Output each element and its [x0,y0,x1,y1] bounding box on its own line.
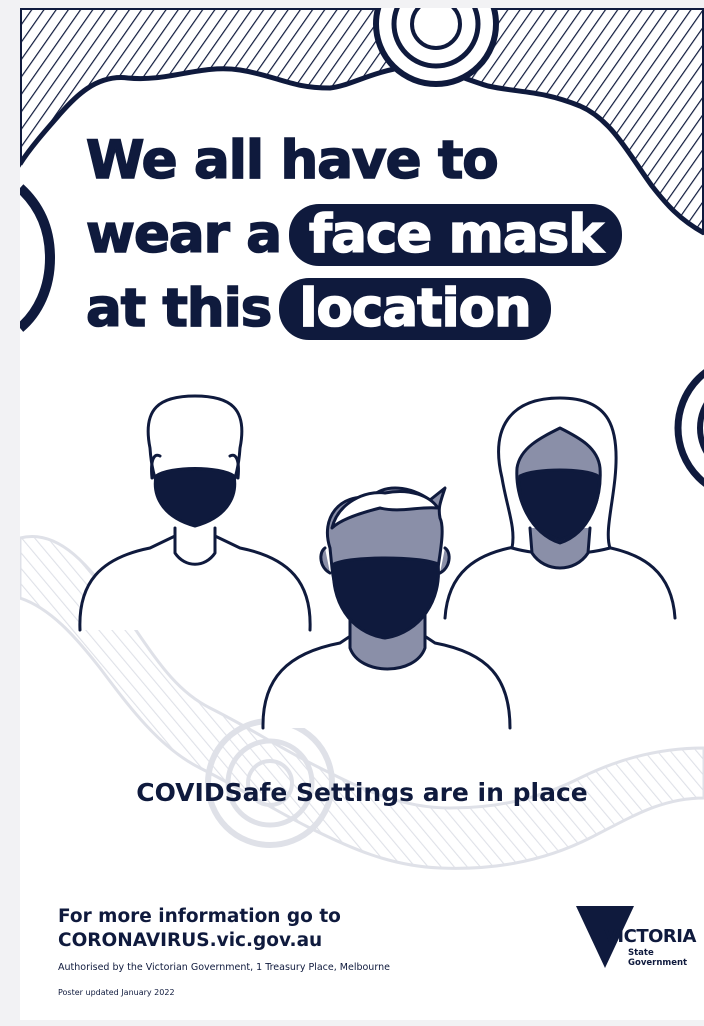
victoria-logo-word: VICTORIA [604,926,696,947]
authorised-text: Authorised by the Victorian Government, … [58,962,390,973]
face-mask-highlight: face mask [289,203,623,266]
victoria-logo-state: State [628,948,654,958]
info-url: CORONAVIRUS.vic.gov.au [58,930,323,951]
left-arc [20,184,56,332]
covidsafe-subheading: COVIDSafe Settings are in place [136,778,588,807]
headline-line-3: at this location [85,277,551,340]
victoria-logo-government: Government [628,958,688,968]
updated-text: Poster updated January 2022 [58,988,175,997]
info-line-1: For more information go to [58,906,341,927]
location-highlight: location [279,277,551,340]
right-circle-motif [674,369,704,487]
person-left-illustration [78,394,312,632]
headline-line-2-text: wear a [85,203,283,266]
headline-line-1: We all have to [85,129,499,192]
headline-line-1-text: We all have to [85,129,499,192]
headline-line-3-text: at this [85,277,273,340]
poster: We all have to wear a face mask at this lo… [20,8,704,1020]
headline-line-2: wear a face mask [85,203,623,266]
person-right-illustration [443,396,677,620]
